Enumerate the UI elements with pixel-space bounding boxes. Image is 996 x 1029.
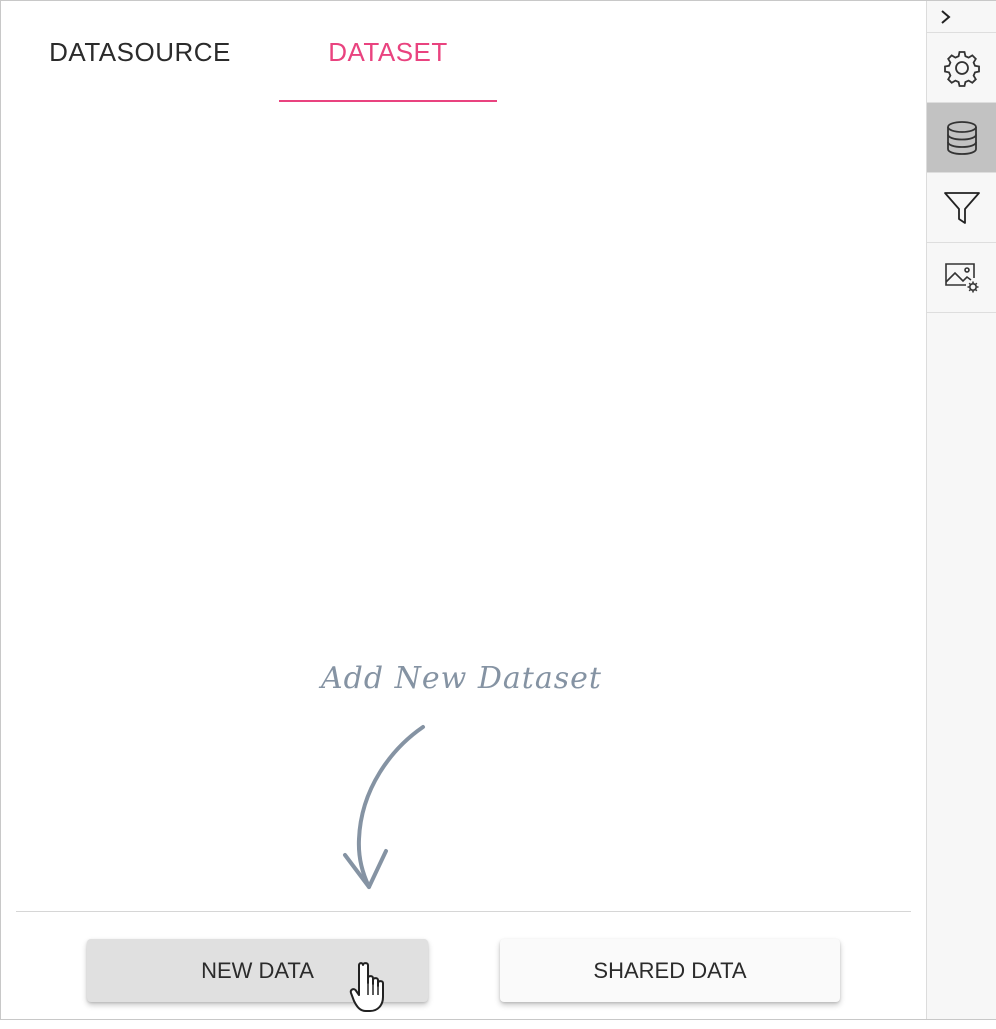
rail-item-image-settings[interactable] bbox=[927, 243, 996, 313]
rail-item-settings[interactable] bbox=[927, 33, 996, 103]
add-dataset-hint: Add New Dataset bbox=[321, 661, 602, 696]
collapse-panel-button[interactable] bbox=[927, 1, 996, 33]
rail-item-data[interactable] bbox=[927, 103, 996, 173]
tab-datasource[interactable]: DATASOURCE bbox=[35, 1, 245, 103]
tab-dataset[interactable]: DATASET bbox=[279, 1, 497, 103]
gear-icon bbox=[943, 50, 980, 87]
properties-side-rail bbox=[926, 1, 996, 1019]
dataset-panel: DATASOURCE DATASET Add New Dataset NEW D… bbox=[0, 0, 996, 1020]
rail-item-filter[interactable] bbox=[927, 173, 996, 243]
new-data-button[interactable]: NEW DATA bbox=[87, 939, 428, 1002]
footer-divider bbox=[16, 911, 911, 912]
filter-icon bbox=[943, 191, 980, 224]
image-settings-icon bbox=[944, 262, 978, 292]
curved-arrow-icon bbox=[343, 725, 425, 889]
shared-data-button[interactable]: SHARED DATA bbox=[500, 939, 840, 1002]
active-tab-indicator bbox=[279, 100, 497, 102]
panel-main: DATASOURCE DATASET Add New Dataset NEW D… bbox=[1, 1, 926, 1019]
chevron-right-icon bbox=[941, 9, 951, 24]
database-icon bbox=[946, 120, 977, 155]
